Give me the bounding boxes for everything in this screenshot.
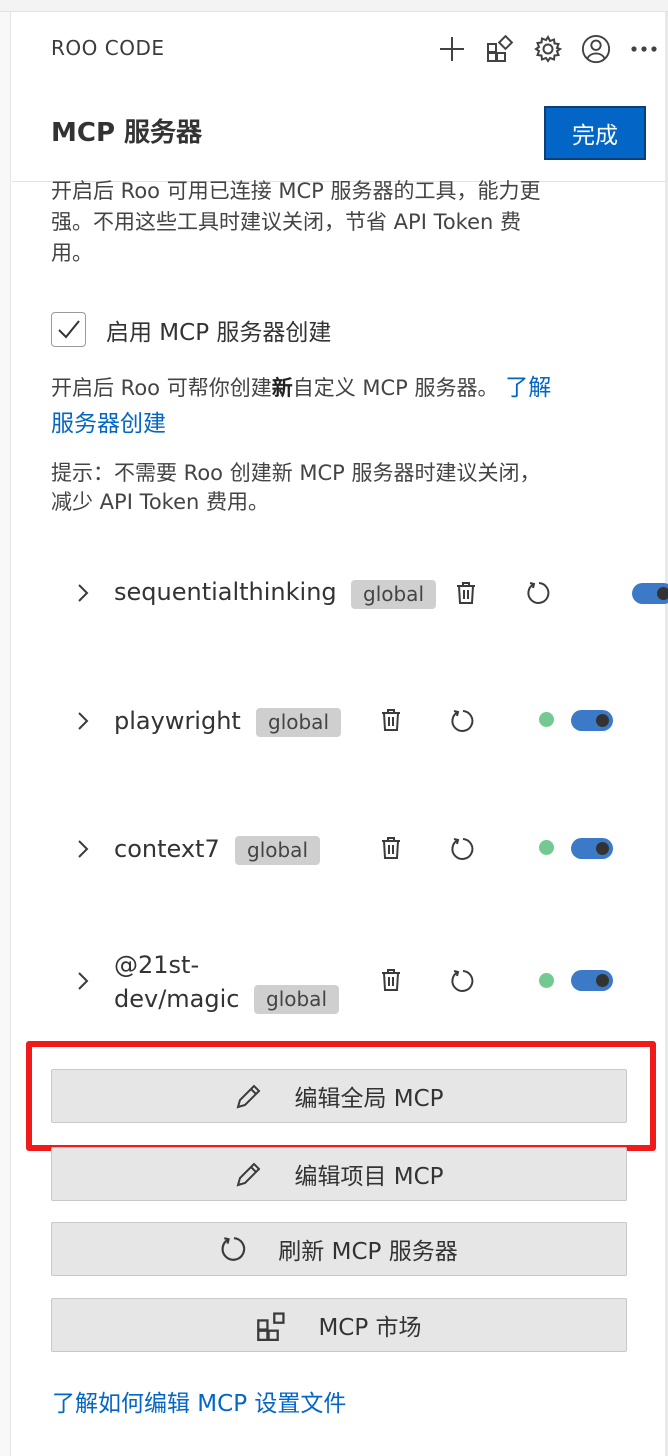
refresh-icon[interactable] — [448, 834, 478, 864]
learn-edit-settings-link[interactable]: 了解如何编辑 MCP 设置文件 — [52, 1384, 346, 1418]
edit-global-mcp-label: 编辑全局 MCP — [294, 1086, 444, 1112]
account-icon[interactable] — [581, 32, 611, 66]
scope-badge: global — [256, 708, 341, 737]
mcp-marketplace-button[interactable]: MCP 市场 — [51, 1298, 627, 1352]
refresh-icon[interactable] — [448, 706, 478, 736]
gear-icon[interactable] — [533, 32, 563, 66]
marketplace-icon — [257, 1312, 286, 1341]
refresh-mcp-servers-button[interactable]: 刷新 MCP 服务器 — [51, 1222, 627, 1276]
chevron-right-icon[interactable] — [72, 838, 94, 860]
header-toolbar — [437, 32, 659, 66]
server-name[interactable]: sequentialthinking — [114, 575, 337, 609]
enable-creation-row: 启用 MCP 服务器创建 — [51, 312, 331, 347]
check-icon — [57, 319, 80, 338]
server-name[interactable]: context7 — [114, 832, 220, 866]
server-name-line: @21st- — [114, 951, 200, 979]
delete-icon[interactable] — [376, 833, 406, 863]
mcp-marketplace-label: MCP 市场 — [318, 1315, 422, 1341]
mcp-description: 开启后 Roo 可用已连接 MCP 服务器的工具，能力更 强。不用这些工具时建议… — [51, 176, 631, 269]
window-top-border — [0, 0, 668, 12]
view-title: MCP 服务器 — [51, 118, 203, 148]
creation-text: 自定义 MCP 服务器。 — [292, 376, 506, 400]
creation-info: 开启后 Roo 可帮你创建新自定义 MCP 服务器。 了解 服务器创建 — [51, 370, 631, 442]
description-line: 用。 — [51, 241, 93, 265]
marketplace-icon[interactable] — [485, 32, 515, 66]
chevron-right-icon[interactable] — [72, 582, 94, 604]
server-toggle[interactable] — [571, 970, 613, 991]
server-row: context7 global — [0, 819, 668, 879]
delete-icon[interactable] — [376, 965, 406, 995]
learn-creation-link[interactable]: 服务器创建 — [51, 411, 166, 437]
app-title: ROO CODE — [51, 36, 165, 60]
edit-project-mcp-label: 编辑项目 MCP — [294, 1164, 444, 1190]
server-name-line: dev/magic — [114, 985, 240, 1013]
done-button[interactable]: 完成 — [544, 106, 646, 160]
creation-text: 开启后 Roo 可帮你创建 — [51, 376, 272, 400]
pencil-icon — [236, 1084, 261, 1109]
tip-line: 提示：不需要 Roo 创建新 MCP 服务器时建议关闭， — [51, 461, 541, 485]
creation-tip: 提示：不需要 Roo 创建新 MCP 服务器时建议关闭， 减少 API Toke… — [51, 459, 631, 517]
server-row: playwright global — [0, 691, 668, 751]
description-line: 强。不用这些工具时建议关闭，节省 API Token 费 — [51, 210, 521, 234]
server-toggle[interactable] — [571, 838, 613, 859]
refresh-icon — [221, 1237, 246, 1261]
server-toggle[interactable] — [571, 710, 613, 731]
server-row: @21st- dev/magic global — [0, 948, 668, 1028]
status-dot — [539, 712, 554, 727]
server-row: sequentialthinking global — [0, 563, 668, 623]
refresh-icon[interactable] — [448, 966, 478, 996]
tip-line: 减少 API Token 费用。 — [51, 490, 269, 514]
plus-icon[interactable] — [437, 32, 467, 66]
creation-text-bold: 新 — [271, 376, 293, 400]
description-line: 开启后 Roo 可用已连接 MCP 服务器的工具，能力更 — [51, 179, 541, 203]
learn-creation-link[interactable]: 了解 — [505, 375, 551, 401]
pencil-icon — [236, 1162, 261, 1187]
server-name[interactable]: @21st- dev/magic — [114, 948, 239, 1016]
refresh-mcp-servers-label: 刷新 MCP 服务器 — [278, 1239, 458, 1265]
chevron-right-icon[interactable] — [72, 710, 94, 732]
more-icon[interactable] — [629, 32, 659, 66]
edit-project-mcp-button[interactable]: 编辑项目 MCP — [51, 1147, 627, 1201]
server-toggle[interactable] — [632, 583, 668, 604]
delete-icon[interactable] — [451, 578, 481, 608]
edit-global-mcp-button[interactable]: 编辑全局 MCP — [51, 1069, 627, 1123]
panel-header: ROO CODE MCP 服务器 完成 — [12, 12, 665, 182]
delete-icon[interactable] — [376, 705, 406, 735]
scope-badge: global — [351, 580, 436, 609]
enable-creation-label: 启用 MCP 服务器创建 — [106, 319, 332, 346]
scope-badge: global — [235, 836, 320, 865]
server-name[interactable]: playwright — [114, 704, 241, 738]
status-dot — [539, 840, 554, 855]
scope-badge: global — [254, 985, 339, 1014]
chevron-right-icon[interactable] — [72, 970, 94, 992]
status-dot — [539, 973, 554, 988]
refresh-icon[interactable] — [524, 578, 554, 608]
enable-creation-checkbox[interactable] — [51, 312, 86, 347]
